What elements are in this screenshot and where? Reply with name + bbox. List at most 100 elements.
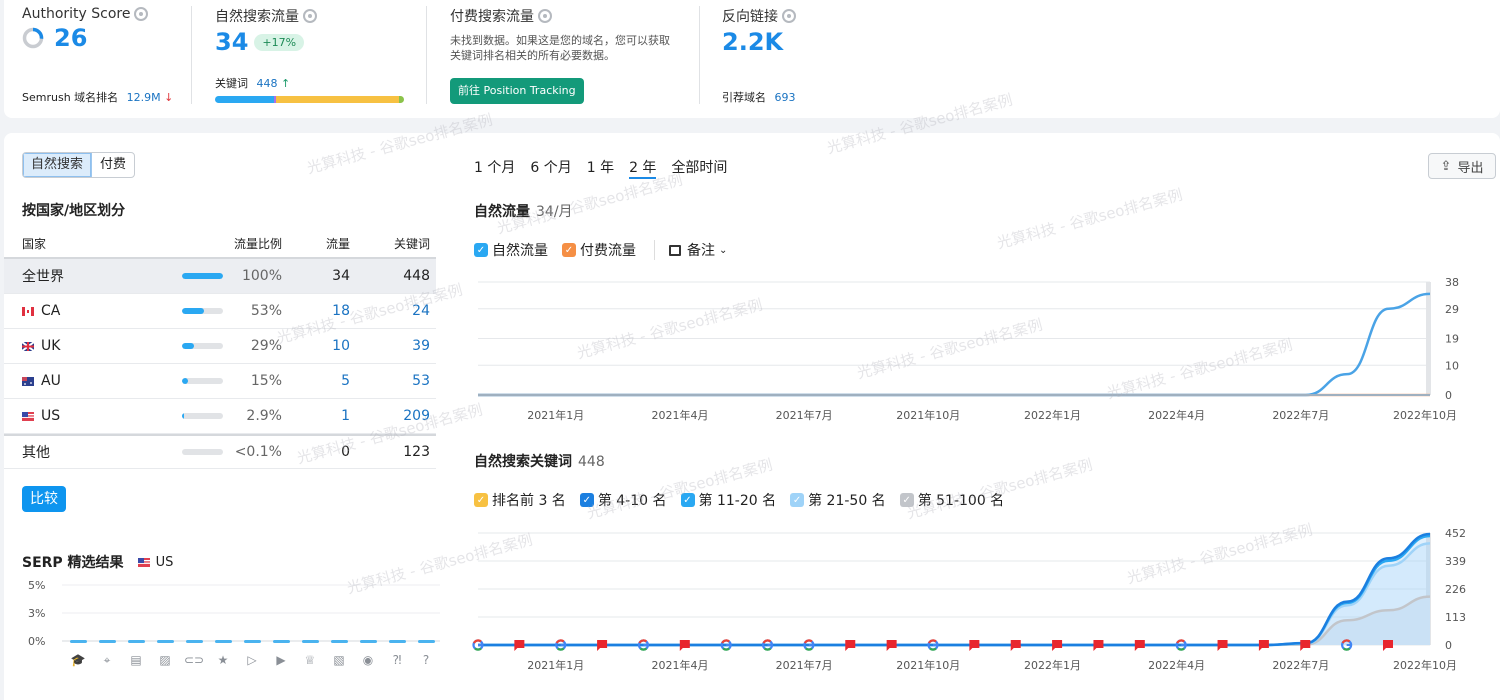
kw-value[interactable]: 448: [257, 77, 278, 90]
legend-item[interactable]: ✓ 第 21-50 名: [790, 490, 886, 510]
time-tab[interactable]: 2 年: [629, 157, 657, 179]
traffic-value[interactable]: 18: [332, 303, 350, 319]
serp-bar[interactable]: [331, 640, 348, 643]
keywords-value[interactable]: 24: [412, 303, 430, 319]
note-flag-icon[interactable]: [1300, 640, 1311, 651]
serp-bar[interactable]: [99, 640, 116, 643]
keywords-value[interactable]: 53: [412, 373, 430, 389]
series-line: [478, 534, 1431, 647]
note-flag-icon[interactable]: [597, 640, 608, 651]
legend-organic[interactable]: ✓ 自然流量: [474, 240, 548, 260]
traffic-value[interactable]: 1: [341, 408, 350, 424]
news-icon[interactable]: ▤: [130, 653, 141, 667]
serp-bar[interactable]: [389, 640, 406, 643]
note-flag-icon[interactable]: [1052, 640, 1063, 651]
export-button[interactable]: ⇪ 导出: [1428, 153, 1496, 179]
legend-item[interactable]: ✓ 第 4-10 名: [579, 490, 667, 510]
note-flag-icon[interactable]: [1258, 640, 1269, 651]
organic-traffic-value[interactable]: 34: [215, 28, 248, 56]
serp-bar[interactable]: [157, 640, 174, 643]
time-tab[interactable]: 1 年: [587, 157, 614, 179]
graduation-cap-icon[interactable]: 🎓: [71, 653, 86, 667]
traffic-value[interactable]: 5: [341, 373, 350, 389]
x-tick-label: 2021年1月: [527, 408, 584, 422]
country-row[interactable]: 其他 <0.1% 0 123: [4, 434, 436, 469]
traffic-sub: 34/月: [536, 204, 573, 220]
table-header: 国家 流量比例 流量 关键词: [4, 229, 436, 259]
toggle-organic[interactable]: 自然搜索: [23, 153, 93, 177]
legend-paid[interactable]: ✓ 付费流量: [562, 240, 636, 260]
info-icon[interactable]: [538, 9, 552, 23]
question-icon[interactable]: ?: [423, 653, 429, 667]
play-circle-icon[interactable]: ◉: [363, 653, 373, 667]
y-tick-label: 19: [1445, 333, 1459, 346]
serp-bar[interactable]: [215, 640, 232, 643]
legend-item[interactable]: ✓ 第 51-100 名: [899, 490, 1004, 510]
link-icon[interactable]: ⊂⊃: [184, 653, 204, 667]
image-icon[interactable]: ▨: [159, 653, 170, 667]
serp-bar[interactable]: [360, 640, 377, 643]
authority-donut-icon: [22, 27, 44, 49]
notes-dropdown[interactable]: 备注 ⌄: [669, 240, 727, 260]
note-flag-icon[interactable]: [886, 640, 897, 651]
share-bar: [182, 343, 223, 349]
crown-icon[interactable]: ♕: [305, 653, 316, 667]
note-flag-icon[interactable]: [679, 640, 690, 651]
serp-bar[interactable]: [186, 640, 203, 643]
authority-score-metric: Authority Score 26 Semrush 域名排名 12.9M ↓: [22, 6, 173, 104]
keywords-value[interactable]: 39: [412, 338, 430, 354]
x-tick-label: 2022年1月: [1024, 658, 1081, 672]
image-pack-icon[interactable]: ▧: [333, 653, 344, 667]
note-flag-icon[interactable]: [845, 640, 856, 651]
us-flag-icon: [22, 411, 34, 421]
info-icon[interactable]: [134, 7, 149, 21]
serp-bar[interactable]: [273, 640, 290, 643]
note-flag-icon[interactable]: [1093, 640, 1104, 651]
position-tracking-button[interactable]: 前往 Position Tracking: [450, 78, 584, 104]
faq-icon[interactable]: ⁈: [393, 653, 402, 667]
note-flag-icon[interactable]: [969, 640, 980, 651]
star-icon[interactable]: ★: [218, 653, 229, 667]
country-row[interactable]: CA 53% 18 24: [4, 294, 436, 329]
serp-bar[interactable]: [128, 640, 145, 643]
note-flag-icon[interactable]: [1217, 640, 1228, 651]
video-box-icon[interactable]: ▶: [276, 653, 286, 667]
toggle-paid[interactable]: 付费: [92, 153, 134, 177]
time-tab[interactable]: 全部时间: [671, 157, 727, 179]
note-flag-icon[interactable]: [1383, 640, 1393, 651]
traffic-value[interactable]: 10: [332, 338, 350, 354]
rank-value[interactable]: 12.9M: [127, 91, 161, 104]
info-icon[interactable]: [782, 9, 796, 23]
legend-item[interactable]: ✓ 第 11-20 名: [680, 490, 776, 510]
country-row[interactable]: 全世界 100% 34 448: [4, 259, 436, 294]
backlinks-value[interactable]: 2.2K: [722, 28, 796, 56]
ref-value[interactable]: 693: [775, 91, 796, 104]
time-tab[interactable]: 6 个月: [530, 157, 571, 179]
serp-bar[interactable]: [244, 640, 261, 643]
note-flag-icon[interactable]: [1134, 640, 1145, 651]
y-tick-label: 339: [1445, 555, 1466, 568]
google-update-icon[interactable]: [472, 639, 484, 651]
divider: [191, 6, 192, 104]
time-tab[interactable]: 1 个月: [474, 157, 515, 179]
keywords-value[interactable]: 209: [403, 408, 430, 424]
info-icon[interactable]: [303, 9, 317, 23]
country-row[interactable]: US 2.9% 1 209: [4, 399, 436, 434]
legend-item[interactable]: ✓ 排名前 3 名: [474, 490, 566, 510]
country-row[interactable]: UK 29% 10 39: [4, 329, 436, 364]
note-flag-icon[interactable]: [514, 640, 525, 651]
note-flag-icon[interactable]: [1010, 640, 1021, 651]
map-pin-icon[interactable]: ⌖: [104, 653, 111, 667]
keywords-count: 关键词 448 ↑: [215, 75, 290, 91]
country-label: AU: [41, 373, 61, 389]
serp-bar[interactable]: [302, 640, 319, 643]
bar-segment: [399, 96, 404, 103]
video-play-icon[interactable]: ▷: [247, 653, 257, 667]
authority-score-value: 26: [54, 24, 88, 52]
compare-button[interactable]: 比较: [22, 486, 66, 512]
country-row[interactable]: AU 15% 5 53: [4, 364, 436, 399]
keywords-legend: ✓ 排名前 3 名 ✓ 第 4-10 名 ✓ 第 11-20 名 ✓ 第 21-50 名 ✓ 第 …: [474, 490, 1014, 510]
serp-country[interactable]: US: [156, 555, 174, 570]
serp-bar[interactable]: [418, 640, 435, 643]
serp-bar[interactable]: [70, 640, 87, 643]
